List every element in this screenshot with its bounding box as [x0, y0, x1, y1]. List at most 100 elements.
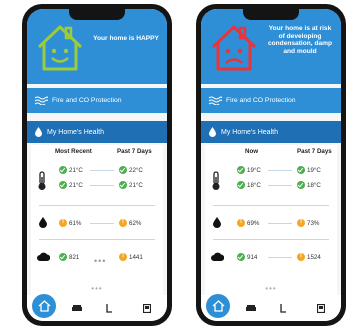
- thermometer-icon: [38, 171, 46, 190]
- ok-icon: [297, 181, 305, 189]
- co2-metric[interactable]: 914 1524: [205, 245, 337, 271]
- house-sad-icon: [211, 25, 257, 71]
- tab-bar: [27, 294, 167, 321]
- co2-recent: 821: [59, 253, 79, 261]
- ok-icon: [237, 253, 245, 261]
- home-status-text: Your home is at risk of developing conde…: [267, 25, 333, 55]
- page-indicator: •••: [91, 284, 103, 293]
- phone-right: Your home is at risk of developing conde…: [196, 4, 346, 326]
- humidity-week: 62%: [119, 219, 141, 227]
- warning-icon: [297, 253, 305, 261]
- temp-b-week: 21°C: [119, 181, 143, 189]
- fire-co-label: Fire and CO Protection: [226, 97, 296, 104]
- column-past-7-days: Past 7 Days: [117, 148, 152, 155]
- fire-co-protection-row[interactable]: Fire and CO Protection: [27, 88, 167, 113]
- ok-icon: [237, 181, 245, 189]
- warning-icon: [59, 219, 67, 227]
- co2-cloud-icon: [211, 252, 224, 261]
- phone-left: Your home is HAPPY Fire and CO Protectio…: [22, 4, 172, 326]
- connector: [268, 257, 292, 258]
- home-health-label: My Home's Health: [47, 128, 104, 136]
- ok-icon: [119, 181, 127, 189]
- temp-b-recent: 21°C: [59, 181, 83, 189]
- wave-icon: [208, 96, 222, 105]
- screen-right: Your home is at risk of developing conde…: [201, 9, 341, 321]
- health-metrics-card: Now Past 7 Days 19°C 19°C 18°C 18°C ! 69…: [205, 145, 337, 295]
- tab-bar: [201, 294, 341, 321]
- fire-co-protection-row[interactable]: Fire and CO Protection: [201, 88, 341, 113]
- wave-icon: [34, 96, 48, 105]
- drop-icon: [209, 127, 216, 137]
- temp-a-week: 19°C: [297, 166, 321, 174]
- temp-a-week: 22°C: [119, 166, 143, 174]
- ok-icon: [59, 166, 67, 174]
- home-icon: [38, 300, 50, 312]
- home-status-banner: Your home is at risk of developing conde…: [201, 9, 341, 84]
- home-health-header: My Home's Health: [201, 121, 341, 143]
- co2-week: 1441: [119, 253, 143, 261]
- co2-now: 914: [237, 253, 257, 261]
- connector: [90, 170, 114, 171]
- column-past-7-days: Past 7 Days: [297, 148, 332, 155]
- tab-home[interactable]: [32, 294, 56, 318]
- lamp-icon: [106, 303, 112, 313]
- co2-week: 1524: [297, 253, 321, 261]
- warning-icon: [119, 219, 127, 227]
- tab-tv[interactable]: [142, 303, 152, 313]
- ok-icon: [237, 166, 245, 174]
- thermometer-icon: [212, 171, 220, 190]
- connector: [268, 185, 292, 186]
- humidity-metric[interactable]: 61% 62%: [31, 211, 163, 235]
- notch: [243, 9, 299, 20]
- drop-icon: [35, 127, 42, 137]
- co2-cloud-icon: [37, 252, 50, 261]
- tab-living-room[interactable]: [72, 303, 82, 313]
- sofa-icon: [246, 304, 256, 311]
- connector: [90, 185, 114, 186]
- sofa-icon: [72, 304, 82, 311]
- tab-living-room[interactable]: [246, 303, 256, 313]
- home-status-text: Your home is HAPPY: [93, 35, 159, 42]
- humidity-now: 69%: [237, 219, 259, 227]
- warning-icon: [237, 219, 245, 227]
- humidity-icon: [213, 217, 221, 228]
- health-metrics-card: Most Recent Past 7 Days 21°C 22°C 21°C 2…: [31, 145, 163, 295]
- lamp-icon: [280, 303, 286, 313]
- tab-lighting[interactable]: [104, 303, 114, 313]
- ok-icon: [297, 166, 305, 174]
- house-happy-icon: [37, 25, 83, 71]
- warning-icon: [297, 219, 305, 227]
- home-icon: [212, 300, 224, 312]
- divider: [213, 205, 329, 206]
- tab-tv[interactable]: [316, 303, 326, 313]
- humidity-week: 73%: [297, 219, 319, 227]
- fire-co-label: Fire and CO Protection: [52, 97, 122, 104]
- tv-icon: [317, 303, 325, 313]
- tab-home[interactable]: [206, 294, 230, 318]
- tv-icon: [143, 303, 151, 313]
- tab-lighting[interactable]: [278, 303, 288, 313]
- screen-left: Your home is HAPPY Fire and CO Protectio…: [27, 9, 167, 321]
- temp-b-week: 18°C: [297, 181, 321, 189]
- humidity-icon: [39, 217, 47, 228]
- temperature-metric[interactable]: 19°C 19°C 18°C 18°C: [205, 161, 337, 201]
- temp-b-now: 18°C: [237, 181, 261, 189]
- notch: [69, 9, 125, 20]
- co2-metric[interactable]: 821 ••• 1441: [31, 245, 163, 271]
- connector: [268, 170, 292, 171]
- divider: [39, 205, 155, 206]
- home-status-banner: Your home is HAPPY: [27, 9, 167, 84]
- temp-a-now: 19°C: [237, 166, 261, 174]
- ok-icon: [59, 253, 67, 261]
- humidity-metric[interactable]: 69% 73%: [205, 211, 337, 235]
- column-most-recent: Most Recent: [55, 148, 92, 155]
- connector: [90, 223, 114, 224]
- page-indicator: •••: [265, 284, 277, 293]
- humidity-recent: 61%: [59, 219, 81, 227]
- ok-icon: [59, 181, 67, 189]
- more-dots: •••: [94, 256, 107, 266]
- home-health-label: My Home's Health: [221, 128, 278, 136]
- temp-a-recent: 21°C: [59, 166, 83, 174]
- home-health-header: My Home's Health: [27, 121, 167, 143]
- temperature-metric[interactable]: 21°C 22°C 21°C 21°C: [31, 161, 163, 201]
